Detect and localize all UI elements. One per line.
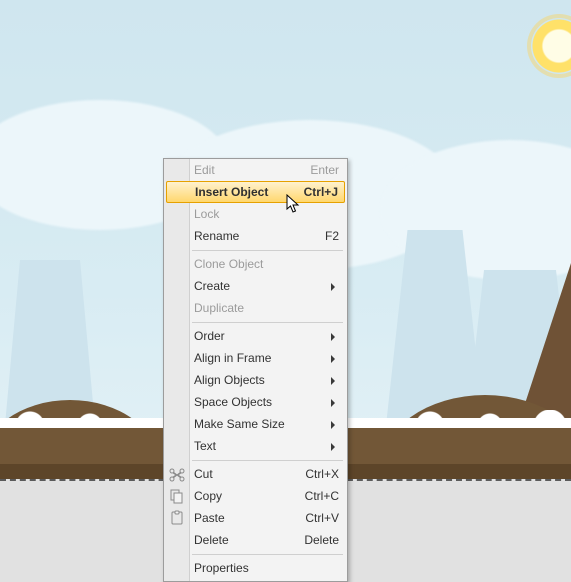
menu-label: Order [194,329,225,343]
menu-item-text[interactable]: Text [164,435,347,457]
menu-item-order[interactable]: Order [164,325,347,347]
menu-label: Align in Frame [194,351,271,365]
menu-shortcut: Ctrl+V [305,507,339,529]
menu-label: Text [194,439,216,453]
menu-item-create[interactable]: Create [164,275,347,297]
menu-item-space-objects[interactable]: Space Objects [164,391,347,413]
menu-item-delete[interactable]: Delete Delete [164,529,347,551]
menu-item-lock[interactable]: Lock [164,203,347,225]
menu-label: Lock [194,207,219,221]
copy-icon [169,488,185,504]
menu-label: Cut [194,467,213,481]
menu-shortcut: Enter [310,159,339,181]
menu-shortcut: Delete [304,529,339,551]
menu-item-align-objects[interactable]: Align Objects [164,369,347,391]
menu-item-align-in-frame[interactable]: Align in Frame [164,347,347,369]
menu-label: Space Objects [194,395,272,409]
menu-item-properties[interactable]: Properties [164,557,347,579]
menu-label: Clone Object [194,257,263,271]
context-menu: Edit Enter Insert Object Ctrl+J Lock Ren… [163,158,348,582]
menu-item-edit[interactable]: Edit Enter [164,159,347,181]
menu-shortcut: Ctrl+X [305,463,339,485]
menu-label: Make Same Size [194,417,285,431]
menu-label: Edit [194,163,215,177]
menu-label: Create [194,279,230,293]
menu-label: Duplicate [194,301,244,315]
editor-canvas[interactable]: Edit Enter Insert Object Ctrl+J Lock Ren… [0,0,571,582]
menu-label: Align Objects [194,373,265,387]
scissors-icon [169,466,185,482]
menu-label: Properties [194,561,249,575]
menu-shortcut: Ctrl+C [305,485,339,507]
menu-item-cut[interactable]: Cut Ctrl+X [164,463,347,485]
menu-item-clone-object[interactable]: Clone Object [164,253,347,275]
menu-label: Delete [194,533,229,547]
menu-label: Rename [194,229,239,243]
menu-item-make-same-size[interactable]: Make Same Size [164,413,347,435]
menu-label: Copy [194,489,222,503]
menu-item-paste[interactable]: Paste Ctrl+V [164,507,347,529]
menu-shortcut: Ctrl+J [304,182,338,202]
menu-item-copy[interactable]: Copy Ctrl+C [164,485,347,507]
menu-item-rename[interactable]: Rename F2 [164,225,347,247]
menu-label: Paste [194,511,225,525]
menu-label: Insert Object [195,185,268,199]
menu-shortcut: F2 [325,225,339,247]
menu-item-duplicate[interactable]: Duplicate [164,297,347,319]
menu-item-insert-object[interactable]: Insert Object Ctrl+J [166,181,345,203]
paste-icon [169,510,185,526]
